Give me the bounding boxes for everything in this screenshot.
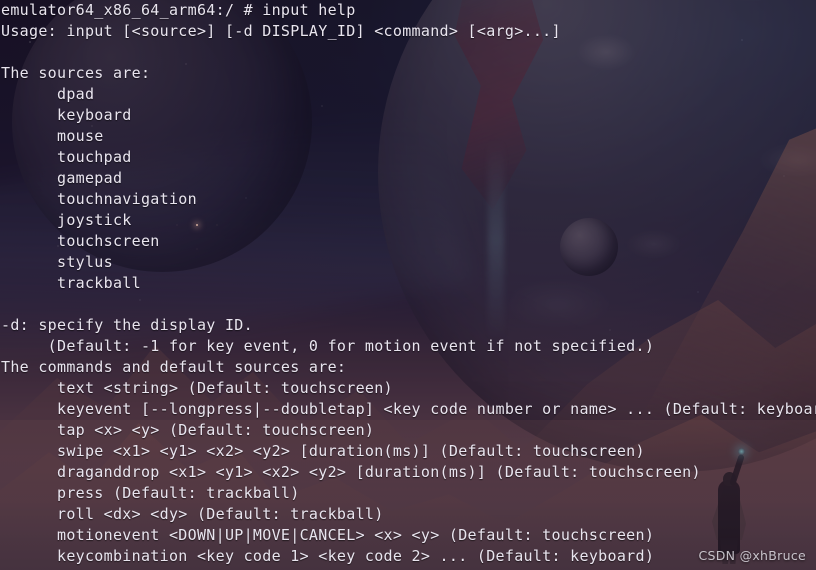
- terminal-line: touchpad: [1, 148, 132, 166]
- terminal-screen: emulator64_x86_64_arm64:/ # input help Us…: [0, 0, 816, 570]
- terminal-line: tap <x> <y> (Default: touchscreen): [1, 421, 375, 439]
- terminal-line: keyevent [--longpress|--doubletap] <key …: [1, 400, 816, 418]
- terminal-line: touchscreen: [1, 232, 160, 250]
- terminal-line: text <string> (Default: touchscreen): [1, 379, 393, 397]
- watermark-label: CSDN @xhBruce: [698, 548, 806, 563]
- terminal-line: Usage: input [<source>] [-d DISPLAY_ID] …: [1, 22, 561, 40]
- terminal-line: roll <dx> <dy> (Default: trackball): [1, 505, 384, 523]
- terminal-line: mouse: [1, 127, 104, 145]
- terminal-output[interactable]: emulator64_x86_64_arm64:/ # input help Us…: [0, 0, 816, 570]
- terminal-line: keycombination <key code 1> <key code 2>…: [1, 547, 655, 565]
- terminal-line: gamepad: [1, 169, 123, 187]
- terminal-line: emulator64_x86_64_arm64:/ # input help: [1, 1, 356, 19]
- terminal-line: The commands and default sources are:: [1, 358, 347, 376]
- terminal-line: draganddrop <x1> <y1> <x2> <y2> [duratio…: [1, 463, 701, 481]
- terminal-line: motionevent <DOWN|UP|MOVE|CANCEL> <x> <y…: [1, 526, 655, 544]
- terminal-line: touchnavigation: [1, 190, 197, 208]
- terminal-line: dpad: [1, 85, 95, 103]
- terminal-line: (Default: -1 for key event, 0 for motion…: [1, 337, 655, 355]
- terminal-line: keyboard: [1, 106, 132, 124]
- terminal-line: trackball: [1, 274, 141, 292]
- terminal-line: swipe <x1> <y1> <x2> <y2> [duration(ms)]…: [1, 442, 645, 460]
- terminal-line: press (Default: trackball): [1, 484, 300, 502]
- terminal-line: -d: specify the display ID.: [1, 316, 253, 334]
- terminal-line: joystick: [1, 211, 132, 229]
- terminal-line: stylus: [1, 253, 113, 271]
- terminal-line: The sources are:: [1, 64, 151, 82]
